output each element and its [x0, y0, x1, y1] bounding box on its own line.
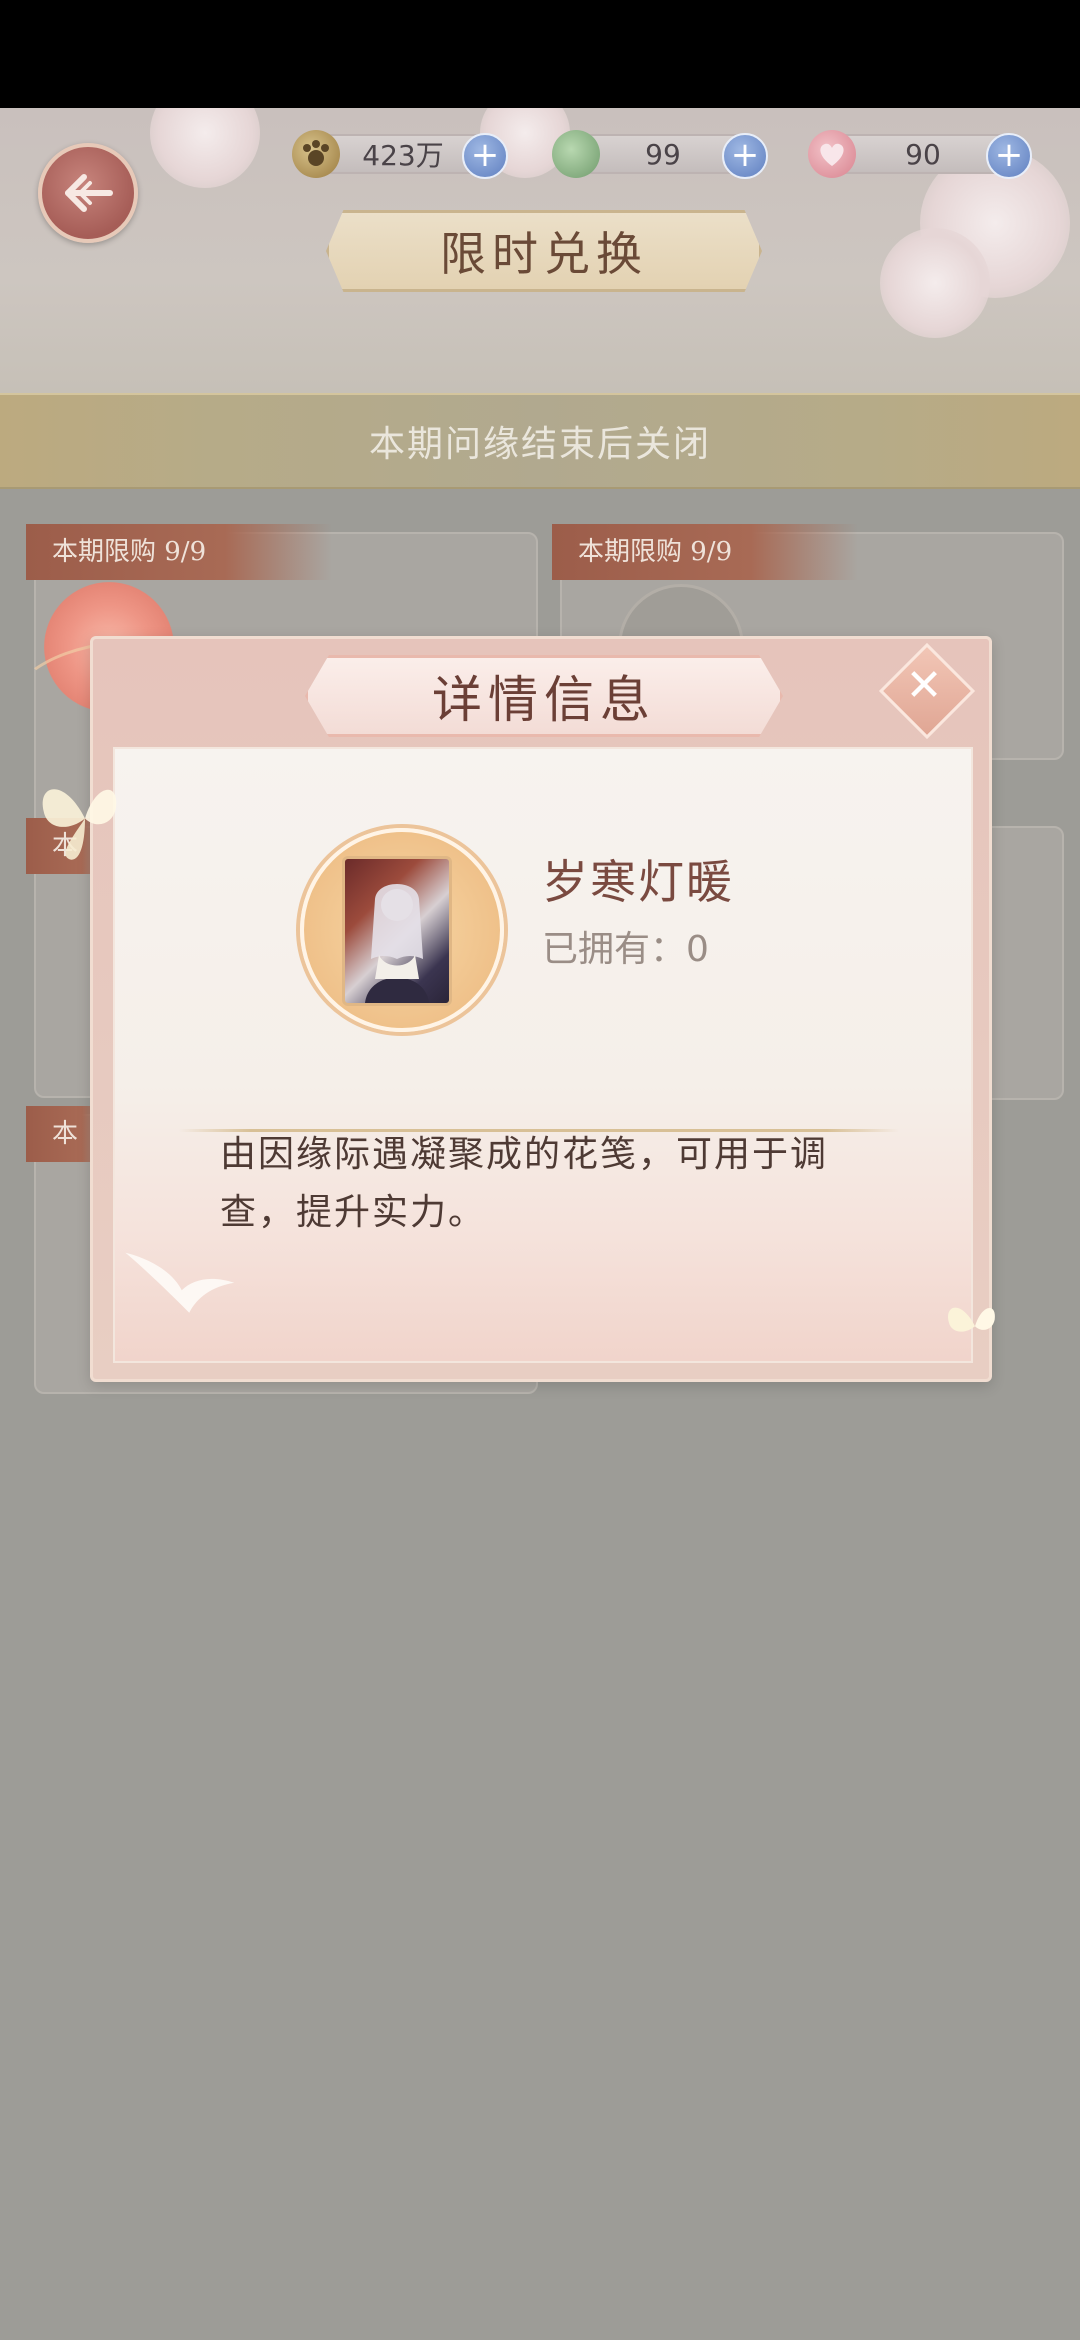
- purchase-limit-tag: 本期限购 9/9: [552, 524, 858, 580]
- add-paw-coin-button[interactable]: +: [462, 133, 508, 179]
- page-header: 423万 + 99 + 90 + 限时兑换: [0, 108, 1080, 393]
- page-title: 限时兑换: [326, 210, 762, 292]
- add-jade-token-button[interactable]: +: [722, 133, 768, 179]
- bird-decoration: [125, 1252, 235, 1313]
- currency-value: 423万: [362, 139, 444, 172]
- blossom-decoration: [880, 228, 990, 338]
- dialog-content: [113, 747, 973, 1363]
- item-name: 岁寒灯暖: [542, 855, 734, 909]
- back-arrow-icon: [65, 174, 113, 212]
- status-bar: [0, 0, 1080, 108]
- currency-paw-coin: 423万 +: [292, 130, 508, 179]
- heart-token-icon: [808, 130, 856, 178]
- item-card-image: [342, 856, 452, 1006]
- close-icon[interactable]: ✕: [893, 655, 955, 717]
- currency-jade-token: 99 +: [552, 130, 768, 179]
- butterfly-decoration: [948, 1307, 995, 1332]
- currency-value: 99: [645, 137, 681, 171]
- jade-token-icon: [552, 130, 600, 178]
- item-description: 由因缘际遇凝聚成的花笺，可用于调查，提升实力。: [220, 1134, 829, 1233]
- currency-value: 90: [905, 137, 941, 171]
- butterfly-decoration: [42, 789, 117, 860]
- back-button[interactable]: [38, 143, 138, 243]
- purchase-limit-tag: 本期限购 9/9: [26, 524, 332, 580]
- item-owned-count: 已拥有：0: [542, 929, 709, 970]
- period-notice: 本期问缘结束后关闭: [0, 393, 1080, 489]
- paw-coin-icon: [292, 130, 340, 178]
- blossom-decoration: [150, 108, 260, 188]
- add-heart-token-button[interactable]: +: [986, 133, 1032, 179]
- dialog-title: 详情信息: [305, 655, 783, 737]
- currency-heart-token: 90 +: [808, 130, 1032, 179]
